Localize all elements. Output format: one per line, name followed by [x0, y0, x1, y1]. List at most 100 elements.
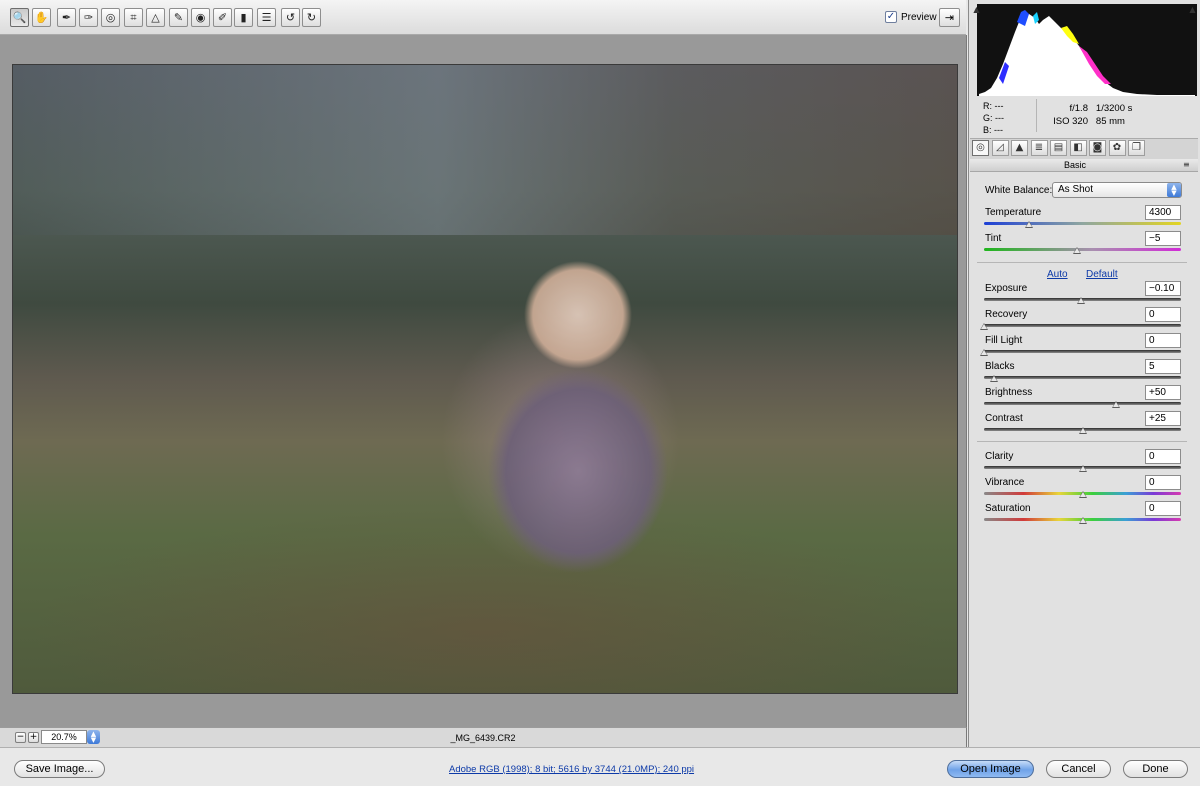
contrast-value-field[interactable]: +25 [1145, 411, 1181, 426]
shadow-clipping-warning-icon[interactable]: ▲ [972, 6, 981, 14]
brightness-slider-track[interactable] [984, 402, 1181, 405]
saturation-label: Saturation [985, 503, 1031, 514]
r-label: R: [983, 101, 992, 111]
photo-preview[interactable] [12, 64, 958, 694]
fill-light-label: Fill Light [985, 335, 1023, 346]
tab-hsl-icon[interactable]: ≣ [1030, 140, 1048, 156]
tab-tone-curve-icon[interactable]: ◿ [991, 140, 1009, 156]
targeted-adjustment-icon[interactable]: ◎ [101, 8, 120, 27]
vibrance-label: Vibrance [985, 477, 1025, 488]
contrast-label: Contrast [985, 413, 1023, 424]
fullscreen-toggle-icon[interactable]: ⇥ [939, 8, 960, 27]
b-label: B: [983, 125, 992, 135]
auto-button[interactable]: Auto [1047, 269, 1068, 280]
brightness-value-field[interactable]: +50 [1145, 385, 1181, 400]
brightness-slider-thumb[interactable] [1111, 401, 1120, 408]
preview-label[interactable]: Preview [901, 12, 937, 23]
tab-snapshots-icon[interactable]: ❐ [1128, 140, 1145, 156]
panel-menu-icon[interactable]: ≡ [1183, 160, 1190, 169]
vibrance-value-field[interactable]: 0 [1145, 475, 1181, 490]
section-divider [977, 441, 1187, 442]
iso-value: ISO 320 [1053, 116, 1088, 127]
vibrance-slider-thumb[interactable] [1078, 491, 1087, 498]
tab-basic-icon[interactable]: ◎ [972, 140, 989, 156]
blacks-label: Blacks [985, 361, 1015, 372]
rotate-right-icon[interactable]: ↻ [302, 8, 321, 27]
blacks-value-field[interactable]: 5 [1145, 359, 1181, 374]
temperature-slider-thumb[interactable] [1025, 221, 1034, 228]
histogram [977, 4, 1197, 96]
zoom-out-button[interactable]: − [15, 732, 26, 743]
fill-light-slider-thumb[interactable] [980, 349, 988, 356]
crop-icon[interactable]: ⌗ [124, 8, 143, 27]
exposure-slider-thumb[interactable] [1076, 297, 1085, 304]
panel-title: Basic [1063, 160, 1086, 170]
info-divider [1036, 99, 1037, 132]
tint-label: Tint [985, 233, 1002, 244]
white-balance-label: White Balance: [985, 185, 1053, 196]
exposure-label: Exposure [985, 283, 1028, 294]
contrast-slider-thumb[interactable] [1078, 427, 1087, 434]
tint-value-field[interactable]: −5 [1145, 231, 1181, 246]
tab-detail-icon[interactable]: ▲ [1011, 140, 1028, 156]
brightness-label: Brightness [985, 387, 1033, 398]
recovery-slider-track[interactable] [984, 324, 1181, 327]
rgb-readout: R: --- G: --- B: --- [983, 100, 1033, 136]
temperature-value-field[interactable]: 4300 [1145, 205, 1181, 220]
zoom-in-button[interactable]: + [28, 732, 39, 743]
adjustment-brush-icon[interactable]: ✐ [213, 8, 232, 27]
fill-light-slider-track[interactable] [984, 350, 1181, 353]
photo-background [13, 65, 957, 235]
focal-length-value: 85 mm [1095, 116, 1125, 127]
color-sampler-icon[interactable]: ✑ [79, 8, 98, 27]
preview-checkbox[interactable]: ✓ [885, 11, 897, 23]
highlight-clipping-warning-icon[interactable]: ▲ [1188, 6, 1197, 14]
rotate-left-icon[interactable]: ↺ [281, 8, 300, 27]
blacks-slider-track[interactable] [984, 376, 1181, 379]
tint-slider-thumb[interactable] [1072, 247, 1081, 254]
clarity-value-field[interactable]: 0 [1145, 449, 1181, 464]
zoom-level-field[interactable]: 20.7% [41, 730, 87, 744]
tab-presets-icon[interactable]: ✿ [1108, 140, 1126, 156]
select-arrows-icon[interactable]: ▲ ▼ [1167, 183, 1181, 197]
recovery-value-field[interactable]: 0 [1145, 307, 1181, 322]
camera-info: f/1.8 1/3200 s ISO 320 85 mm [1044, 102, 1154, 128]
graduated-filter-icon[interactable]: ▮ [234, 8, 253, 27]
tab-camera-calibration-icon[interactable]: ◙ [1089, 140, 1106, 156]
filename-label: _MG_6439.CR2 [450, 733, 516, 743]
tint-slider-track[interactable] [984, 248, 1181, 251]
recovery-slider-thumb[interactable] [980, 323, 988, 330]
saturation-slider-thumb[interactable] [1078, 517, 1087, 524]
tab-lens-corrections-icon[interactable]: ◧ [1069, 140, 1087, 156]
preferences-icon[interactable]: ☰ [257, 8, 276, 27]
default-button[interactable]: Default [1086, 269, 1118, 280]
save-image-button[interactable]: Save Image... [14, 760, 105, 778]
saturation-value-field[interactable]: 0 [1145, 501, 1181, 516]
clarity-label: Clarity [985, 451, 1014, 462]
temperature-slider-track[interactable] [984, 222, 1181, 225]
open-image-button[interactable]: Open Image [947, 760, 1034, 778]
section-divider [977, 262, 1187, 263]
zoom-dropdown-icon[interactable]: ▲ ▼ [87, 730, 100, 744]
r-value: --- [994, 101, 1004, 111]
exposure-value-field[interactable]: −0.10 [1145, 281, 1181, 296]
spot-removal-icon[interactable]: ✎ [169, 8, 188, 27]
fill-light-value-field[interactable]: 0 [1145, 333, 1181, 348]
workflow-options-link[interactable]: Adobe RGB (1998); 8 bit; 5616 by 3744 (2… [449, 764, 694, 775]
clarity-slider-thumb[interactable] [1078, 465, 1087, 472]
temperature-label: Temperature [985, 207, 1042, 218]
hand-icon[interactable]: ✋ [32, 8, 51, 27]
zoom-icon[interactable]: 🔍 [10, 8, 29, 27]
cancel-button[interactable]: Cancel [1046, 760, 1111, 778]
histogram-graph [979, 10, 1195, 96]
white-balance-eyedropper-icon[interactable]: ✒ [57, 8, 76, 27]
aperture-value: f/1.8 [1069, 103, 1089, 114]
white-balance-select[interactable]: As Shot [1052, 182, 1182, 198]
straighten-icon[interactable]: △ [146, 8, 165, 27]
red-eye-icon[interactable]: ◉ [191, 8, 210, 27]
tab-split-toning-icon[interactable]: ▤ [1050, 140, 1067, 156]
blacks-slider-thumb[interactable] [989, 375, 998, 382]
recovery-label: Recovery [985, 309, 1028, 320]
g-value: --- [995, 113, 1005, 123]
done-button[interactable]: Done [1123, 760, 1188, 778]
